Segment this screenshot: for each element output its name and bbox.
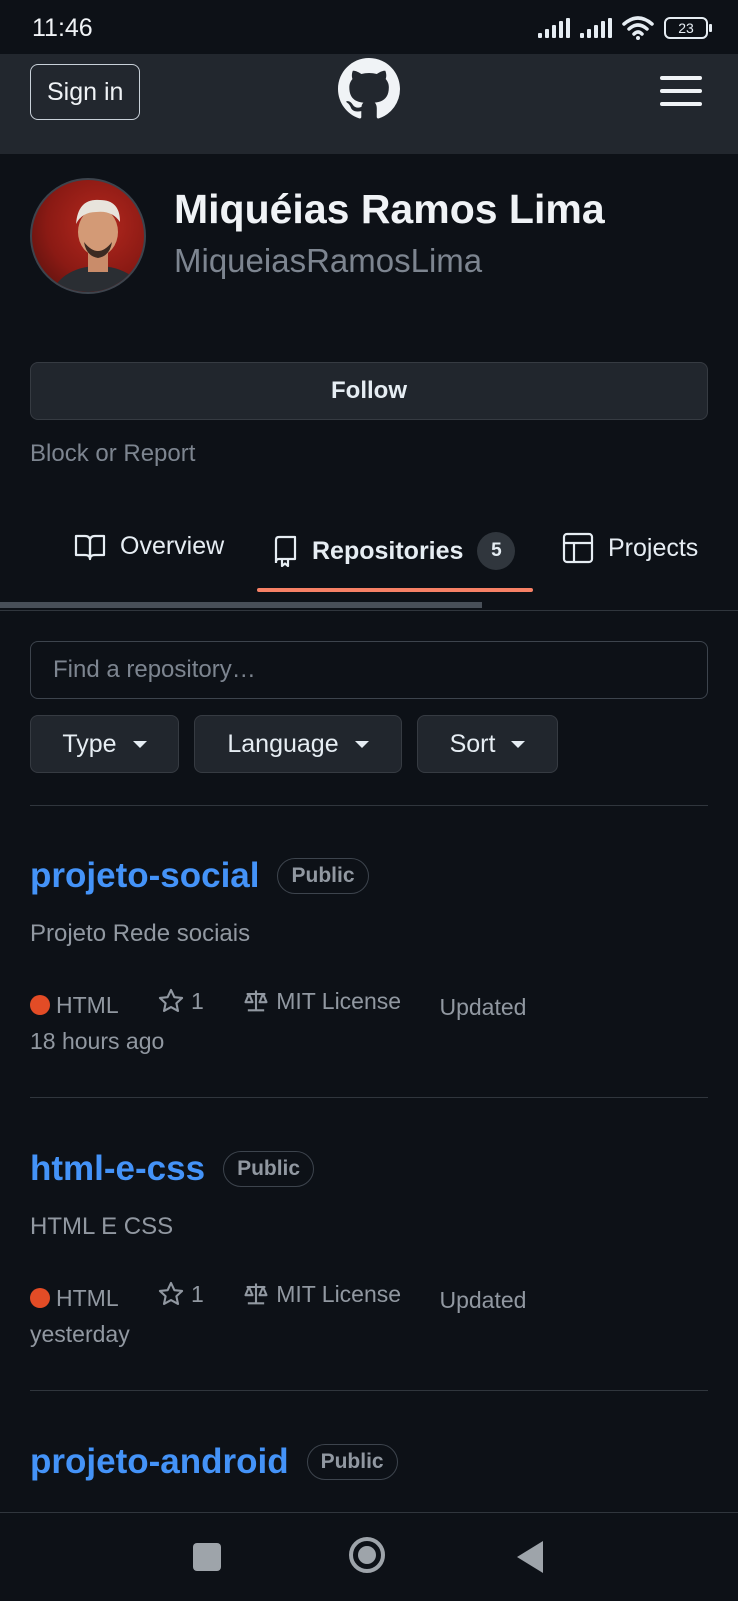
repositories-count-badge: 5 (477, 532, 516, 570)
book-icon (74, 534, 106, 560)
repo-license: MIT License (242, 1277, 401, 1311)
visibility-badge: Public (277, 858, 369, 894)
language-filter-label: Language (227, 729, 339, 758)
profile-username: MiqueiasRamosLima (174, 242, 483, 279)
law-icon (244, 990, 268, 1012)
battery-icon: 23 (664, 17, 712, 39)
caret-down-icon (354, 740, 369, 748)
repo-description: HTML E CSS (30, 1213, 174, 1240)
repo-list-item: projeto-android Public (30, 1442, 708, 1482)
stars-count: 1 (191, 988, 204, 1014)
list-divider (30, 1390, 708, 1391)
signal-icon (580, 18, 612, 38)
caret-down-icon (511, 740, 526, 748)
status-time: 11:46 (32, 14, 93, 42)
site-header: Sign in (0, 54, 738, 154)
updated-time: yesterday (30, 1321, 130, 1347)
repo-stars[interactable]: 1 (157, 1277, 204, 1311)
home-icon[interactable] (349, 1537, 385, 1573)
avatar[interactable] (30, 178, 146, 294)
tab-repositories[interactable]: Repositories 5 (272, 532, 516, 570)
status-icons: 23 (538, 16, 712, 40)
stars-count: 1 (191, 1281, 204, 1307)
repo-list-item: html-e-css Public HTML E CSS HTML 1 MIT … (30, 1149, 708, 1351)
license-label: MIT License (276, 1281, 402, 1307)
updated-time: 18 hours ago (30, 1028, 165, 1054)
language-label: HTML (56, 992, 119, 1018)
tab-repositories-label: Repositories (312, 536, 464, 565)
follow-button[interactable]: Follow (30, 362, 708, 420)
wifi-icon (622, 16, 654, 40)
status-bar: 11:46 23 (0, 0, 738, 54)
sign-in-button[interactable]: Sign in (30, 64, 141, 120)
repo-language: HTML (30, 988, 119, 1022)
back-icon[interactable] (517, 1541, 543, 1573)
tab-overview[interactable]: Overview (74, 532, 224, 561)
tabs-divider (0, 610, 738, 611)
find-repository-input[interactable] (30, 641, 708, 699)
profile-tabs: Overview Repositories 5 Projects (0, 518, 738, 612)
visibility-badge: Public (223, 1151, 315, 1187)
repo-name-link[interactable]: projeto-social (30, 856, 259, 896)
tab-overview-label: Overview (120, 532, 225, 560)
tab-projects[interactable]: Projects (562, 532, 698, 564)
tab-projects-label: Projects (608, 533, 699, 562)
language-label: HTML (56, 1285, 119, 1311)
updated-label: Updated (439, 1287, 527, 1313)
list-divider (30, 805, 708, 806)
repo-meta: HTML 1 MIT License Updated 18 hours ago (30, 984, 708, 1058)
system-navigation-bar (0, 1512, 738, 1601)
license-label: MIT License (276, 988, 402, 1014)
visibility-badge: Public (306, 1444, 398, 1480)
profile-name: Miquéias Ramos Lima (174, 186, 605, 232)
repo-icon (274, 535, 297, 567)
sort-filter-label: Sort (449, 729, 496, 758)
active-tab-underline (257, 588, 533, 592)
type-filter-label: Type (62, 729, 117, 758)
language-color-dot (30, 1288, 50, 1308)
repo-meta: HTML 1 MIT License Updated yesterday (30, 1277, 708, 1351)
table-icon (562, 532, 594, 564)
recent-apps-icon[interactable] (193, 1543, 221, 1571)
star-icon (158, 988, 184, 1012)
law-icon (244, 1283, 268, 1305)
repo-name-link[interactable]: projeto-android (30, 1442, 289, 1482)
repo-list-item: projeto-social Public Projeto Rede socia… (30, 856, 708, 1058)
signal-icon (538, 18, 570, 38)
repo-language: HTML (30, 1281, 119, 1315)
language-filter-button[interactable]: Language (194, 715, 402, 773)
repo-license: MIT License (242, 984, 401, 1018)
updated-label: Updated (439, 994, 527, 1020)
avatar-photo (52, 199, 144, 292)
star-icon (158, 1281, 184, 1305)
repo-name-link[interactable]: html-e-css (30, 1149, 205, 1189)
hamburger-menu-icon[interactable] (660, 76, 702, 106)
block-or-report-link[interactable]: Block or Report (30, 440, 195, 468)
type-filter-button[interactable]: Type (30, 715, 179, 773)
github-logo-icon[interactable] (338, 58, 400, 120)
list-divider (30, 1097, 708, 1098)
language-color-dot (30, 995, 50, 1015)
sort-filter-button[interactable]: Sort (417, 715, 558, 773)
tabs-scrollbar[interactable] (0, 602, 482, 608)
repo-description: Projeto Rede sociais (30, 920, 251, 947)
caret-down-icon (132, 740, 147, 748)
repo-stars[interactable]: 1 (157, 984, 204, 1018)
